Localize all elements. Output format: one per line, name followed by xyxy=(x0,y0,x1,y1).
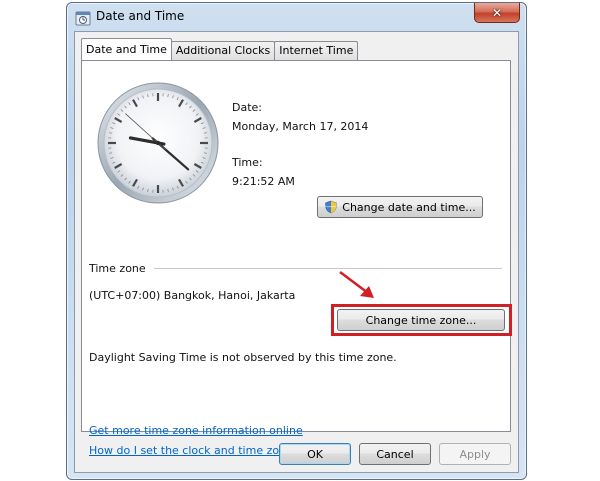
time-zone-value: (UTC+07:00) Bangkok, Hanoi, Jakarta xyxy=(89,289,296,302)
tab-date-and-time[interactable]: Date and Time xyxy=(81,38,172,60)
tab-strip: Date and Time Additional Clocks Internet… xyxy=(81,38,359,60)
date-time-dialog: Date and Time ✕ Date and Time Additional… xyxy=(66,2,527,480)
date-label: Date: xyxy=(232,101,262,114)
date-value: Monday, March 17, 2014 xyxy=(232,120,369,133)
clock-app-icon xyxy=(75,11,91,26)
close-icon: ✕ xyxy=(491,5,503,20)
change-date-time-button[interactable]: Change date and time... xyxy=(317,196,483,218)
tab-additional-clocks[interactable]: Additional Clocks xyxy=(170,41,276,60)
tab-panel-date-and-time: Date: Monday, March 17, 2014 Time: 9:21:… xyxy=(81,60,512,457)
dst-note: Daylight Saving Time is not observed by … xyxy=(89,351,397,364)
apply-button[interactable]: Apply xyxy=(439,443,511,465)
title-bar[interactable]: Date and Time ✕ xyxy=(67,3,526,31)
how-to-set-clock-link[interactable]: How do I set the clock and time zone? xyxy=(89,444,299,457)
ok-button[interactable]: OK xyxy=(279,443,351,465)
window-title: Date and Time xyxy=(96,9,185,23)
time-zone-divider xyxy=(154,268,502,269)
time-label: Time: xyxy=(232,156,263,169)
time-value: 9:21:52 AM xyxy=(232,175,295,188)
dialog-client-area: Date and Time Additional Clocks Internet… xyxy=(74,31,519,473)
change-time-zone-button[interactable]: Change time zone... xyxy=(337,309,505,331)
uac-shield-icon xyxy=(325,200,338,214)
change-date-time-label: Change date and time... xyxy=(342,200,476,214)
more-time-zone-info-link[interactable]: Get more time zone information online xyxy=(89,424,303,437)
analog-clock xyxy=(97,82,219,204)
cancel-button[interactable]: Cancel xyxy=(359,443,431,465)
time-zone-heading: Time zone xyxy=(89,262,146,275)
close-button[interactable]: ✕ xyxy=(474,3,520,23)
annotation-arrow-icon xyxy=(339,271,374,298)
tab-internet-time[interactable]: Internet Time xyxy=(274,41,359,60)
